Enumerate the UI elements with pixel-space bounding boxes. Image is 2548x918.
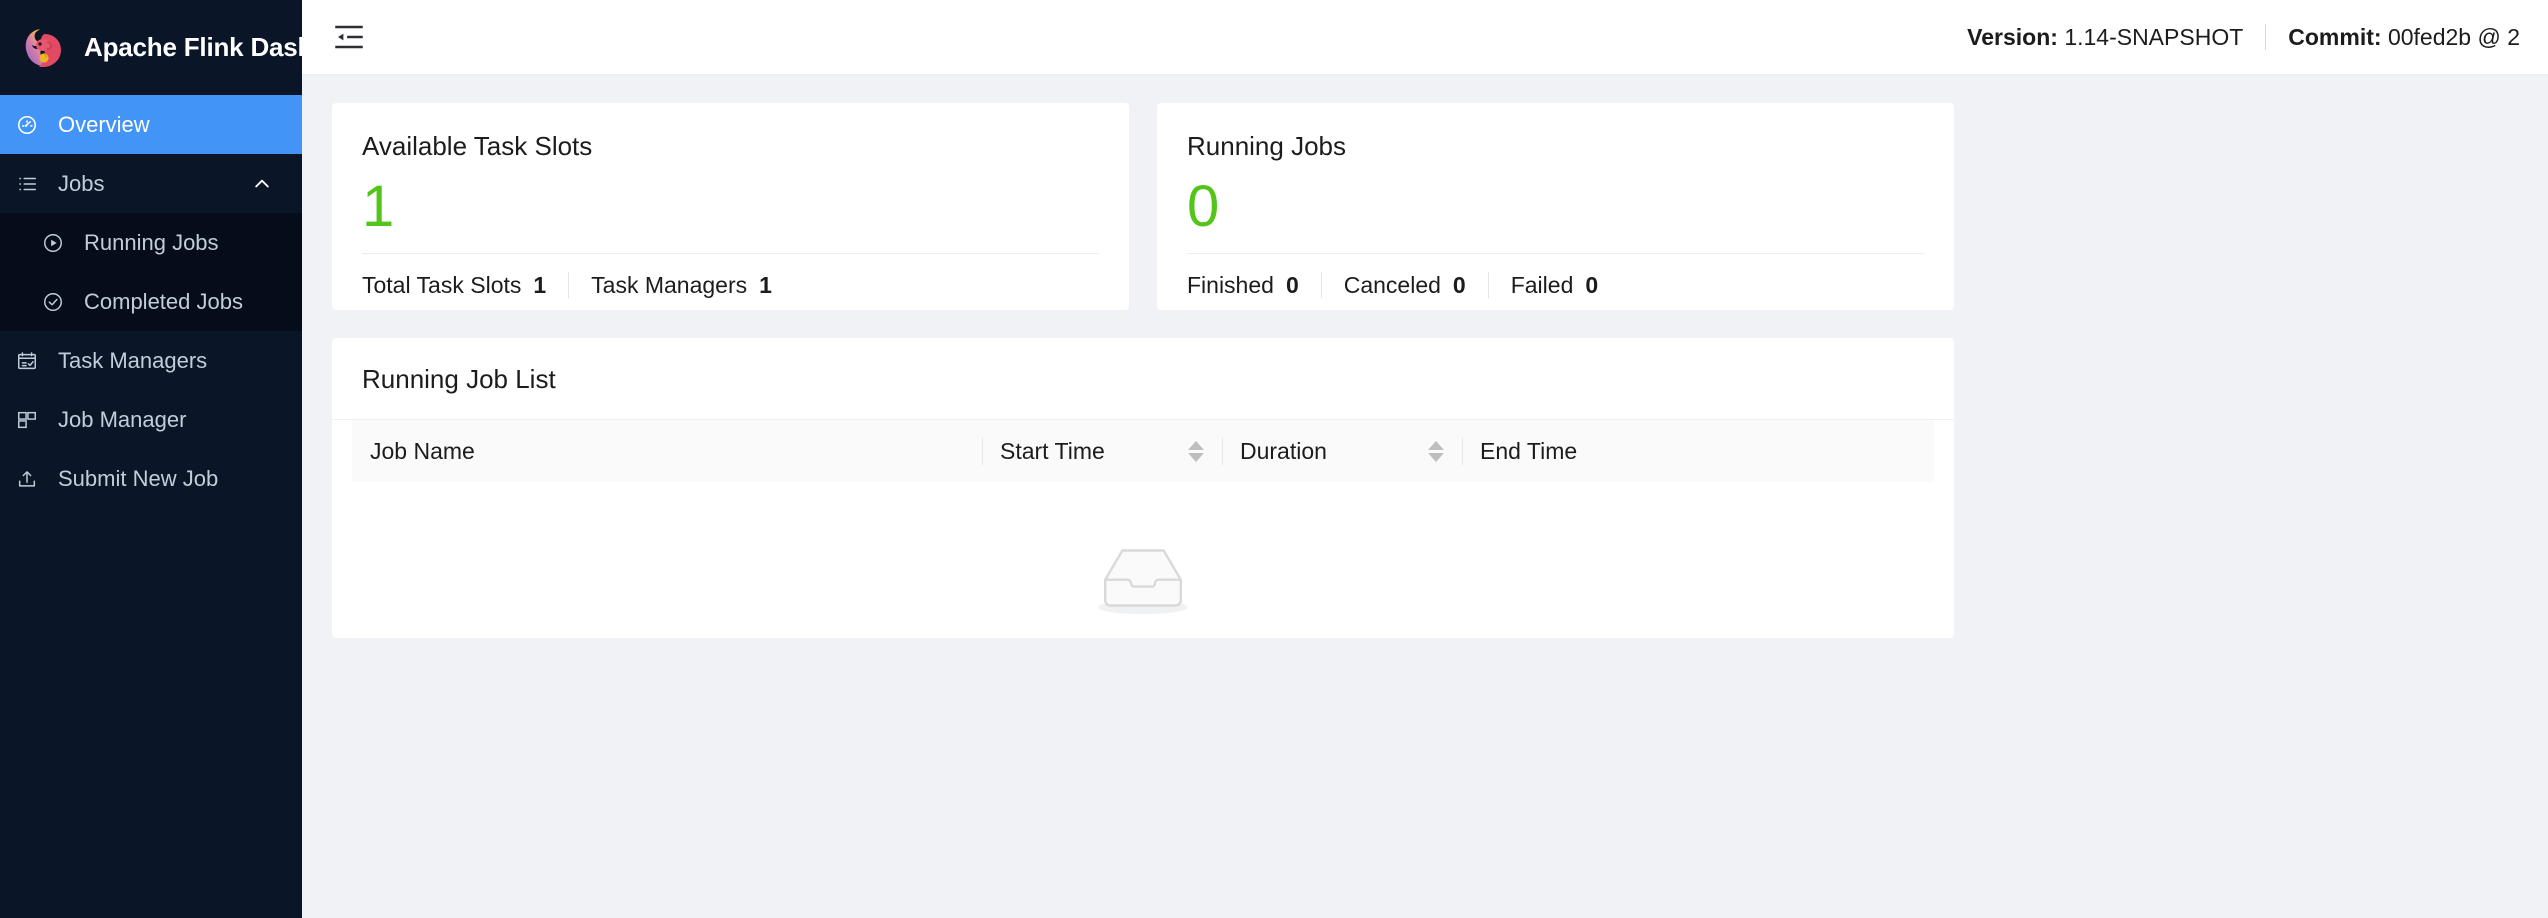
column-divider bbox=[1222, 437, 1223, 465]
version-value: 1.14-SNAPSHOT bbox=[2064, 23, 2244, 50]
sidebar-item-task-managers[interactable]: Task Managers bbox=[0, 331, 302, 390]
divider bbox=[1320, 272, 1322, 299]
sort-arrows-icon[interactable] bbox=[1188, 440, 1204, 462]
sidebar-item-completed-jobs[interactable]: Completed Jobs bbox=[0, 272, 302, 331]
stat-value: 1 bbox=[759, 271, 772, 298]
flink-squirrel-logo-icon bbox=[18, 23, 68, 73]
canceled-stat: Canceled 0 bbox=[1344, 272, 1466, 299]
sidebar-nav: Overview Jobs Running Jobs Completed Job… bbox=[0, 95, 302, 918]
stat-label: Failed bbox=[1510, 271, 1574, 298]
sidebar-item-label: Overview bbox=[58, 111, 150, 137]
running-jobs-value: 0 bbox=[1187, 174, 1220, 239]
column-label: Job Name bbox=[370, 437, 475, 464]
divider bbox=[1487, 272, 1489, 299]
jobs-submenu: Running Jobs Completed Jobs bbox=[0, 213, 302, 331]
menu-fold-icon[interactable] bbox=[328, 16, 370, 58]
sort-descending-icon[interactable] bbox=[1428, 452, 1444, 462]
commit-block: Commit: 00fed2b @ 2 bbox=[2288, 24, 2520, 51]
check-circle-icon bbox=[42, 291, 64, 313]
panel-header: Running Job List bbox=[332, 338, 1954, 420]
brand-header: Apache Flink Dashboard bbox=[0, 0, 385, 95]
dashboard-gauge-icon bbox=[16, 114, 38, 136]
version-info: Version: 1.14-SNAPSHOT Commit: 00fed2b @… bbox=[1967, 24, 2520, 51]
sort-ascending-icon[interactable] bbox=[1428, 440, 1444, 450]
commit-label: Commit: bbox=[2288, 23, 2382, 50]
sidebar-item-label: Task Managers bbox=[58, 347, 208, 373]
sidebar-item-submit-new-job[interactable]: Submit New Job bbox=[0, 449, 302, 508]
sort-ascending-icon[interactable] bbox=[1188, 440, 1204, 450]
sidebar-item-job-manager[interactable]: Job Manager bbox=[0, 390, 302, 449]
stat-label: Canceled bbox=[1343, 271, 1441, 298]
stat-label: Total Task Slots bbox=[362, 271, 522, 298]
sidebar-item-label: Job Manager bbox=[58, 406, 187, 432]
schedule-check-icon bbox=[16, 350, 38, 372]
column-divider bbox=[982, 437, 983, 465]
stat-label: Finished bbox=[1187, 271, 1274, 298]
sidebar-item-running-jobs[interactable]: Running Jobs bbox=[0, 213, 302, 272]
card-title: Available Task Slots bbox=[362, 131, 593, 161]
sidebar-item-overview[interactable]: Overview bbox=[0, 95, 302, 154]
card-footer: Total Task Slots 1 Task Managers 1 bbox=[362, 254, 1099, 299]
column-label: End Time bbox=[1480, 437, 1578, 464]
available-task-slots-value: 1 bbox=[362, 174, 395, 239]
running-jobs-card: Running Jobs 0 Finished 0 Canceled 0 Fai… bbox=[1157, 103, 1954, 310]
stat-value: 0 bbox=[1285, 271, 1299, 298]
sidebar-item-jobs[interactable]: Jobs bbox=[0, 154, 302, 213]
content: Available Task Slots 1 Total Task Slots … bbox=[302, 75, 2548, 918]
available-task-slots-card: Available Task Slots 1 Total Task Slots … bbox=[332, 103, 1129, 310]
block-layout-icon bbox=[16, 409, 38, 431]
divider bbox=[568, 272, 570, 299]
sidebar-item-label: Jobs bbox=[58, 170, 105, 196]
chevron-up-icon[interactable] bbox=[252, 174, 272, 194]
column-header-job-name[interactable]: Job Name bbox=[352, 420, 982, 482]
stat-label: Task Managers bbox=[591, 271, 748, 298]
sidebar: Apache Flink Dashboard Overview Jobs Run… bbox=[0, 0, 385, 918]
divider bbox=[2265, 24, 2267, 50]
task-managers-stat: Task Managers 1 bbox=[591, 272, 772, 299]
column-label: Duration bbox=[1240, 437, 1327, 464]
version-block: Version: 1.14-SNAPSHOT bbox=[1967, 24, 2243, 51]
sidebar-item-label: Submit New Job bbox=[58, 465, 219, 491]
column-header-end-time[interactable]: End Time bbox=[1462, 420, 1702, 482]
commit-value: 00fed2b @ 2 bbox=[2387, 23, 2520, 50]
failed-stat: Failed 0 bbox=[1511, 272, 1598, 299]
sidebar-item-label: Running Jobs bbox=[84, 229, 219, 255]
topbar: Version: 1.14-SNAPSHOT Commit: 00fed2b @… bbox=[302, 0, 2548, 75]
running-job-list-panel: Running Job List Job Name Start Time Dur… bbox=[332, 338, 1954, 638]
version-label: Version: bbox=[1967, 23, 2058, 50]
table-header-row: Job Name Start Time Duration End Time bbox=[352, 420, 1934, 482]
column-divider bbox=[1462, 437, 1463, 465]
card-footer: Finished 0 Canceled 0 Failed 0 bbox=[1187, 254, 1924, 299]
upload-icon bbox=[16, 468, 38, 490]
sort-descending-icon[interactable] bbox=[1188, 452, 1204, 462]
total-task-slots-stat: Total Task Slots 1 bbox=[362, 272, 546, 299]
sort-arrows-icon[interactable] bbox=[1428, 440, 1444, 462]
empty-state bbox=[332, 482, 1954, 623]
ordered-list-icon bbox=[16, 173, 38, 195]
app-root: Apache Flink Dashboard Overview Jobs Run… bbox=[0, 0, 2548, 918]
finished-stat: Finished 0 bbox=[1187, 272, 1299, 299]
panel-title: Running Job List bbox=[362, 364, 556, 394]
stat-value: 1 bbox=[533, 271, 547, 298]
card-title: Running Jobs bbox=[1187, 131, 1346, 161]
empty-inbox-icon bbox=[1088, 538, 1198, 623]
main-area: Version: 1.14-SNAPSHOT Commit: 00fed2b @… bbox=[302, 0, 2548, 918]
column-header-start-time[interactable]: Start Time bbox=[982, 420, 1222, 482]
summary-cards: Available Task Slots 1 Total Task Slots … bbox=[332, 103, 2548, 310]
sidebar-item-label: Completed Jobs bbox=[84, 288, 243, 314]
stat-value: 0 bbox=[1585, 271, 1599, 298]
running-job-table: Job Name Start Time Duration End Time bbox=[332, 420, 1954, 623]
play-circle-icon bbox=[42, 232, 64, 254]
column-header-duration[interactable]: Duration bbox=[1222, 420, 1462, 482]
stat-value: 0 bbox=[1452, 271, 1466, 298]
column-label: Start Time bbox=[1000, 437, 1105, 464]
